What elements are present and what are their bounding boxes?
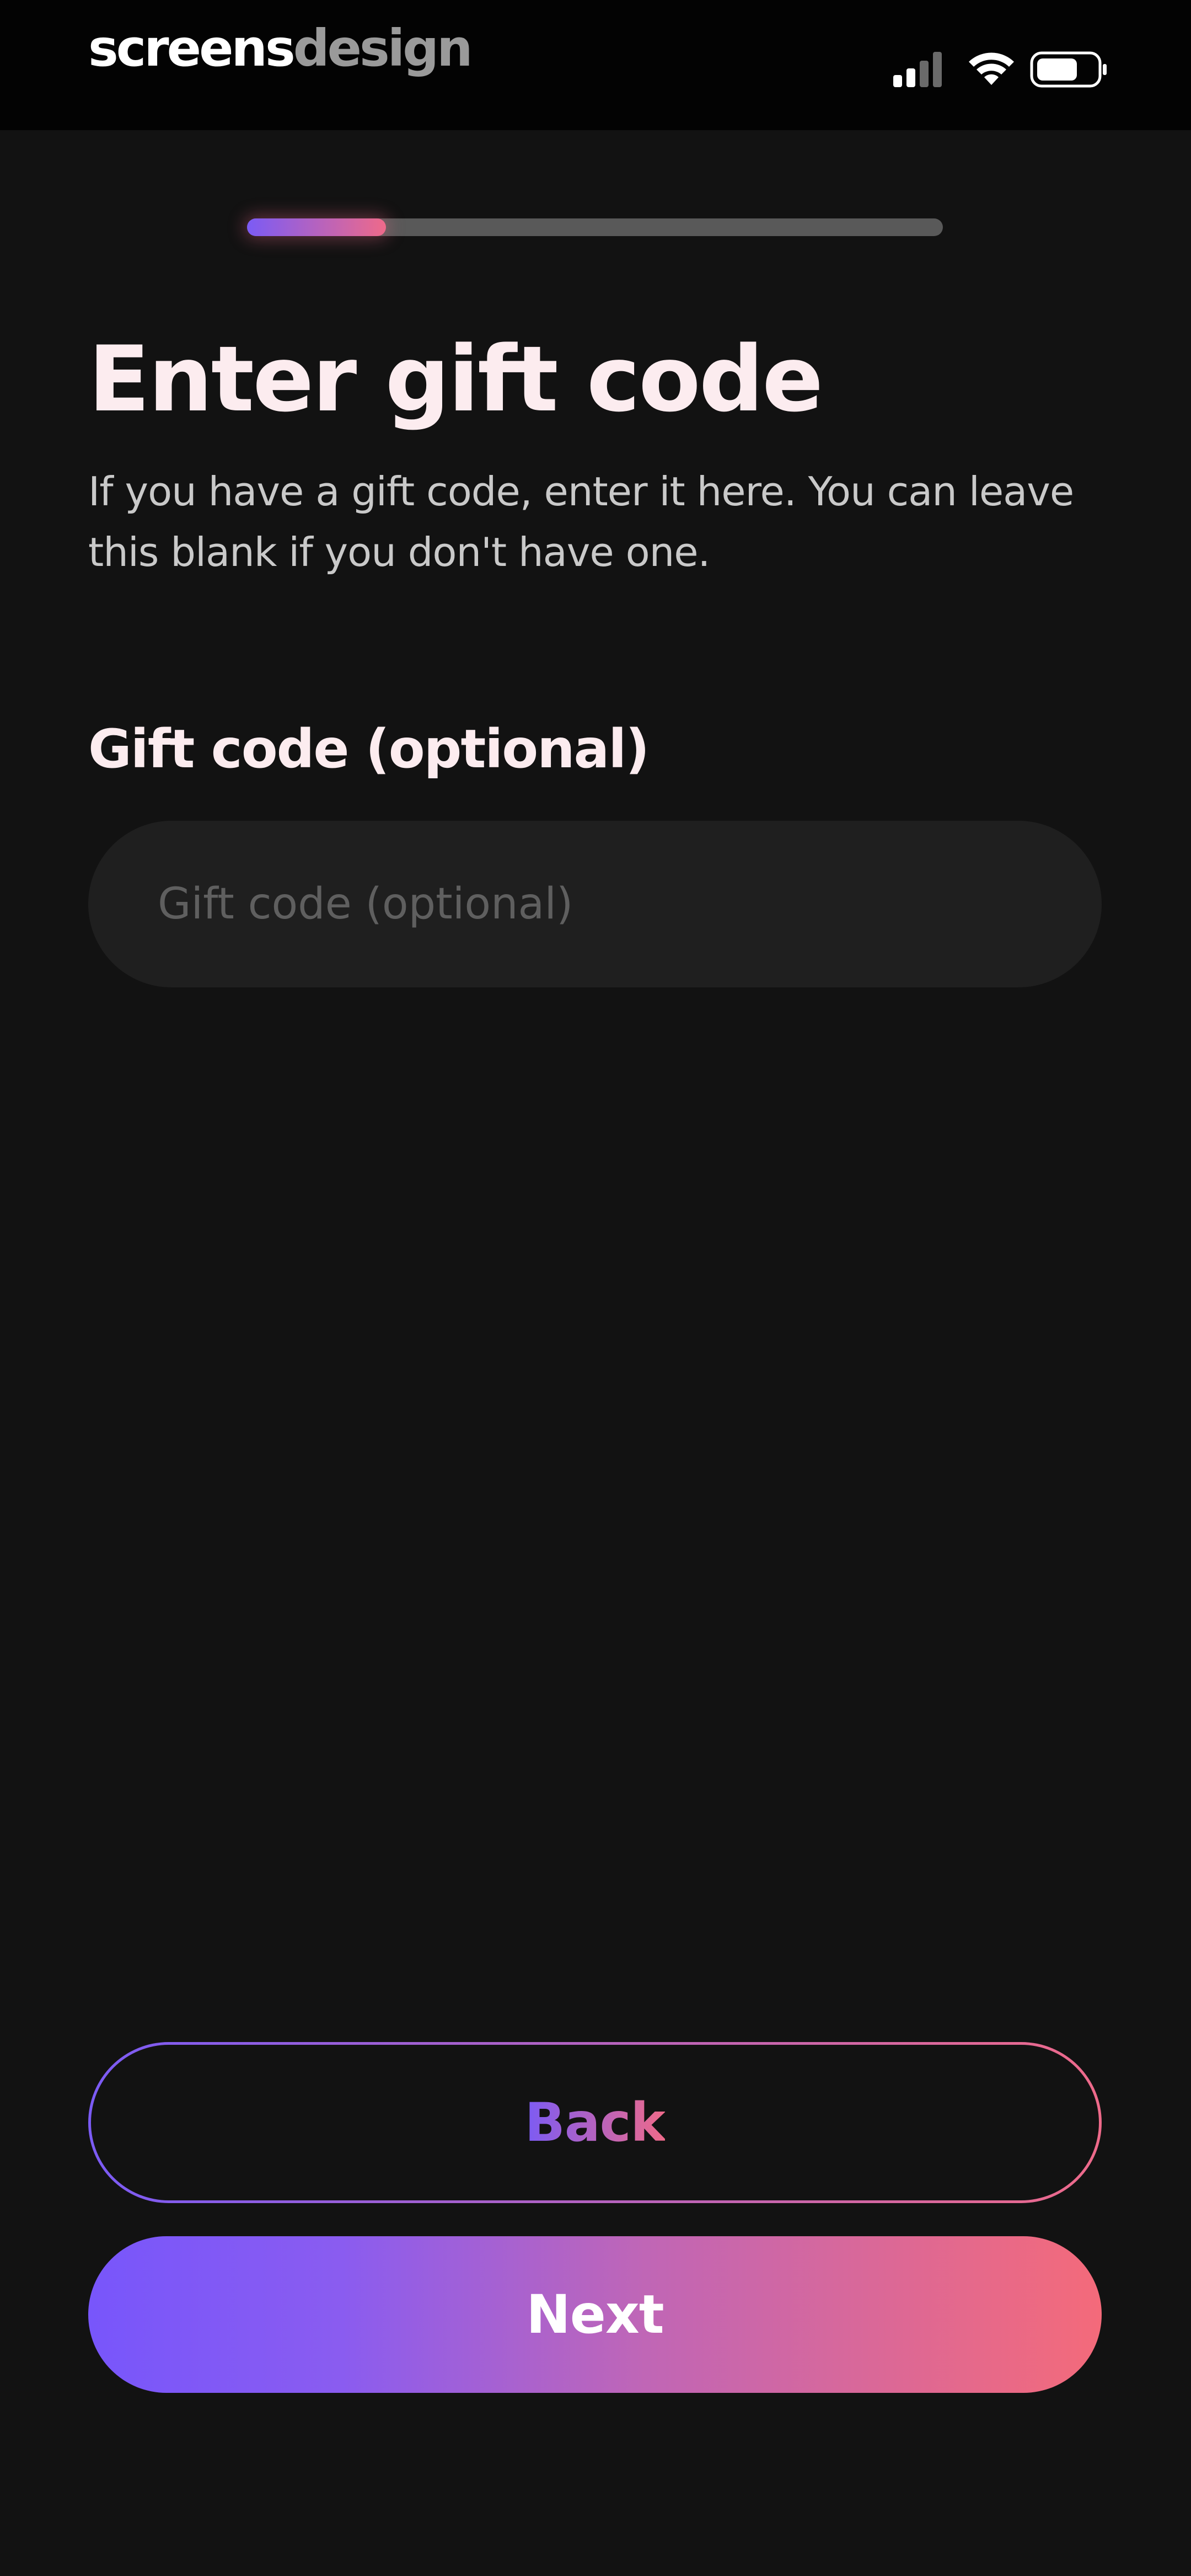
page-subtitle: If you have a gift code, enter it here. … xyxy=(88,468,1074,575)
gift-code-label: Gift code (optional) xyxy=(88,718,650,780)
brand-logo-secondary: design xyxy=(293,19,473,78)
status-icons xyxy=(893,51,1107,88)
next-button-label: Next xyxy=(526,2284,664,2345)
brand-logo-primary: screens xyxy=(88,19,296,78)
battery-icon xyxy=(1030,51,1107,88)
progress-bar-fill xyxy=(247,218,387,236)
wifi-icon xyxy=(969,52,1014,85)
onboarding-progress-bar xyxy=(247,218,943,236)
next-button[interactable]: Next xyxy=(88,2236,1102,2393)
gift-code-field-container xyxy=(88,821,1102,987)
brand-logo: screensdesign xyxy=(88,23,473,74)
page-title: Enter gift code xyxy=(88,327,823,432)
signal-icon xyxy=(893,52,942,87)
gift-code-input[interactable] xyxy=(88,821,1102,987)
back-button-label: Back xyxy=(524,2092,666,2153)
back-button[interactable]: Back xyxy=(88,2042,1102,2203)
status-bar: screensdesign xyxy=(0,0,1191,130)
